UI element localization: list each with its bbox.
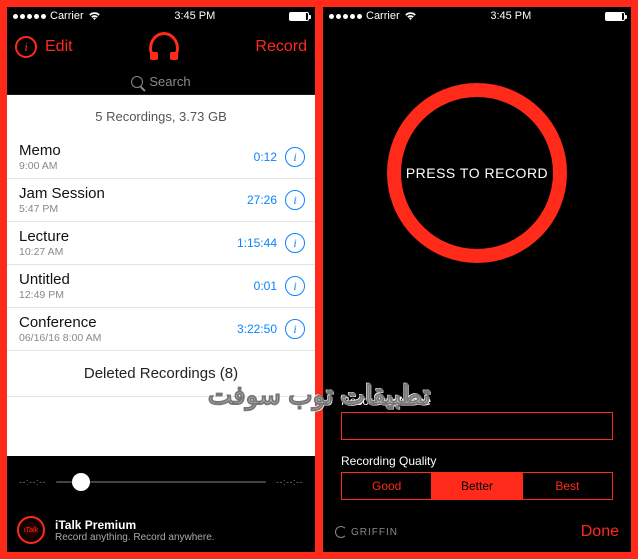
- recording-title: Memo: [19, 142, 61, 159]
- elapsed-time: --:--:--: [19, 477, 46, 487]
- recording-subtitle: 5:47 PM: [19, 203, 105, 215]
- press-to-record-button[interactable]: PRESS TO RECORD: [387, 83, 567, 263]
- info-icon[interactable]: i: [285, 147, 305, 167]
- phone-record-screen: Carrier 3:45 PM PRESS TO RECORD Recordin…: [323, 7, 631, 552]
- info-icon[interactable]: i: [285, 190, 305, 210]
- recording-duration: 27:26: [247, 193, 277, 207]
- recording-row[interactable]: Lecture10:27 AM 1:15:44 i: [7, 222, 315, 265]
- recording-subtitle: 06/16/16 8:00 AM: [19, 332, 101, 344]
- header-bar: i Edit Record: [7, 25, 315, 69]
- recording-title: Conference: [19, 314, 101, 331]
- recording-subtitle: 10:27 AM: [19, 246, 69, 258]
- done-button[interactable]: Done: [581, 523, 619, 541]
- recording-row[interactable]: Memo9:00 AM 0:12 i: [7, 136, 315, 179]
- clock-label: 3:45 PM: [490, 10, 531, 22]
- scrubber-track[interactable]: [56, 481, 266, 483]
- recording-row[interactable]: Conference06/16/16 8:00 AM 3:22:50 i: [7, 308, 315, 351]
- wifi-icon: [88, 11, 101, 21]
- signal-dots-icon: [13, 14, 46, 19]
- search-icon: [131, 76, 143, 88]
- status-bar: Carrier 3:45 PM: [323, 7, 631, 25]
- quality-option-good[interactable]: Good: [342, 473, 432, 499]
- promo-title: iTalk Premium: [55, 518, 215, 532]
- recording-name-label: Recording Name: [341, 394, 613, 408]
- info-icon[interactable]: i: [285, 319, 305, 339]
- battery-icon: [289, 12, 309, 21]
- promo-banner[interactable]: iTalk iTalk Premium Record anything. Rec…: [7, 508, 315, 552]
- recording-subtitle: 9:00 AM: [19, 160, 61, 172]
- carrier-label: Carrier: [50, 10, 84, 22]
- recordings-summary: 5 Recordings, 3.73 GB: [7, 95, 315, 136]
- player-bar: --:--:-- --:--:--: [7, 456, 315, 508]
- record-button[interactable]: Record: [255, 38, 307, 56]
- status-bar: Carrier 3:45 PM: [7, 7, 315, 25]
- deleted-recordings-row[interactable]: Deleted Recordings (8): [7, 351, 315, 397]
- info-icon[interactable]: i: [15, 36, 37, 58]
- quality-segmented-control: GoodBetterBest: [341, 472, 613, 500]
- recording-duration: 1:15:44: [237, 236, 277, 250]
- edit-button[interactable]: Edit: [45, 38, 73, 56]
- wifi-icon: [404, 11, 417, 21]
- recording-duration: 0:01: [254, 279, 277, 293]
- recording-duration: 3:22:50: [237, 322, 277, 336]
- info-icon[interactable]: i: [285, 276, 305, 296]
- recording-name-input[interactable]: [341, 412, 613, 440]
- scrubber-knob[interactable]: [72, 473, 90, 491]
- recording-quality-label: Recording Quality: [341, 454, 613, 468]
- quality-option-best[interactable]: Best: [523, 473, 612, 499]
- recording-title: Lecture: [19, 228, 69, 245]
- promo-app-icon: iTalk: [17, 516, 45, 544]
- brand-label: GRIFFIN: [335, 526, 398, 538]
- press-to-record-label: PRESS TO RECORD: [406, 165, 548, 181]
- recording-row[interactable]: Jam Session5:47 PM 27:26 i: [7, 179, 315, 222]
- battery-icon: [605, 12, 625, 21]
- carrier-label: Carrier: [366, 10, 400, 22]
- search-bar[interactable]: Search: [7, 69, 315, 95]
- signal-dots-icon: [329, 14, 362, 19]
- recording-duration: 0:12: [254, 150, 277, 164]
- footer-bar: GRIFFIN Done: [323, 512, 631, 552]
- recordings-list: 5 Recordings, 3.73 GB Memo9:00 AM0:12iJa…: [7, 95, 315, 456]
- app-logo-icon: [149, 32, 179, 62]
- recording-row[interactable]: Untitled12:49 PM 0:01 i: [7, 265, 315, 308]
- recording-subtitle: 12:49 PM: [19, 289, 70, 301]
- info-icon[interactable]: i: [285, 233, 305, 253]
- griffin-logo-icon: [335, 526, 347, 538]
- recording-title: Jam Session: [19, 185, 105, 202]
- quality-option-better[interactable]: Better: [432, 473, 522, 499]
- search-placeholder: Search: [149, 74, 190, 89]
- remaining-time: --:--:--: [276, 477, 303, 487]
- phone-recordings: Carrier 3:45 PM i Edit Record Se: [7, 7, 315, 552]
- clock-label: 3:45 PM: [174, 10, 215, 22]
- recording-title: Untitled: [19, 271, 70, 288]
- promo-tagline: Record anything. Record anywhere.: [55, 532, 215, 543]
